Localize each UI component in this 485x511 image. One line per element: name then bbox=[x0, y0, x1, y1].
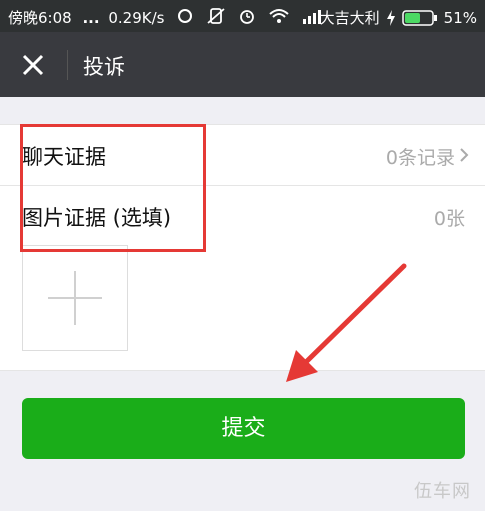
watermark: 伍车网 bbox=[414, 481, 471, 502]
submit-button[interactable]: 提交 bbox=[22, 398, 465, 459]
